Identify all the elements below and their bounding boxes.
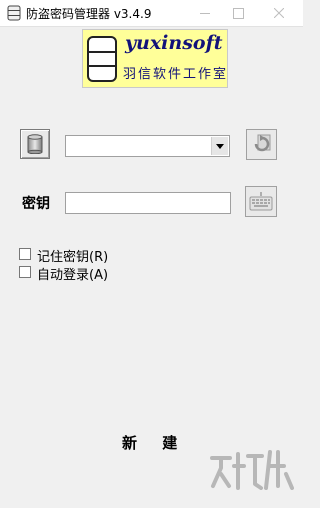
app-icon bbox=[7, 5, 21, 21]
database-select[interactable] bbox=[65, 135, 230, 157]
remember-key-label: 记住密钥(R) bbox=[37, 250, 109, 265]
chevron-down-icon bbox=[216, 144, 224, 149]
database-cylinder-icon bbox=[87, 36, 117, 82]
create-button[interactable]: 新 建 bbox=[122, 432, 187, 453]
dropdown-button[interactable] bbox=[211, 137, 228, 155]
keyboard-button[interactable] bbox=[245, 186, 277, 217]
key-input[interactable] bbox=[65, 192, 231, 214]
refresh-button[interactable] bbox=[246, 129, 277, 160]
maximize-icon bbox=[233, 8, 244, 19]
window-title: 防盗密码管理器 v3.4.9 bbox=[26, 7, 152, 21]
remember-key-checkbox[interactable] bbox=[19, 248, 31, 260]
logo-subtitle: 羽信软件工作室 bbox=[123, 67, 229, 82]
keyboard-icon bbox=[249, 192, 273, 211]
database-button[interactable] bbox=[20, 129, 50, 159]
maximize-button[interactable] bbox=[221, 0, 255, 26]
minimize-button[interactable] bbox=[188, 0, 222, 26]
database-icon bbox=[27, 134, 43, 154]
brand-logo: yuxinsoft 羽信软件工作室 bbox=[82, 29, 228, 88]
title-bar: 防盗密码管理器 v3.4.9 bbox=[0, 0, 303, 27]
refresh-icon bbox=[254, 134, 271, 152]
auto-login-checkbox[interactable] bbox=[19, 266, 31, 278]
watermark-logo bbox=[210, 450, 294, 490]
close-button[interactable] bbox=[262, 0, 296, 26]
logo-name: yuxinsoft bbox=[125, 32, 223, 54]
key-label: 密钥 bbox=[22, 196, 50, 212]
auto-login-label: 自动登录(A) bbox=[37, 268, 109, 283]
minimize-icon bbox=[200, 13, 210, 14]
close-icon bbox=[274, 8, 284, 18]
